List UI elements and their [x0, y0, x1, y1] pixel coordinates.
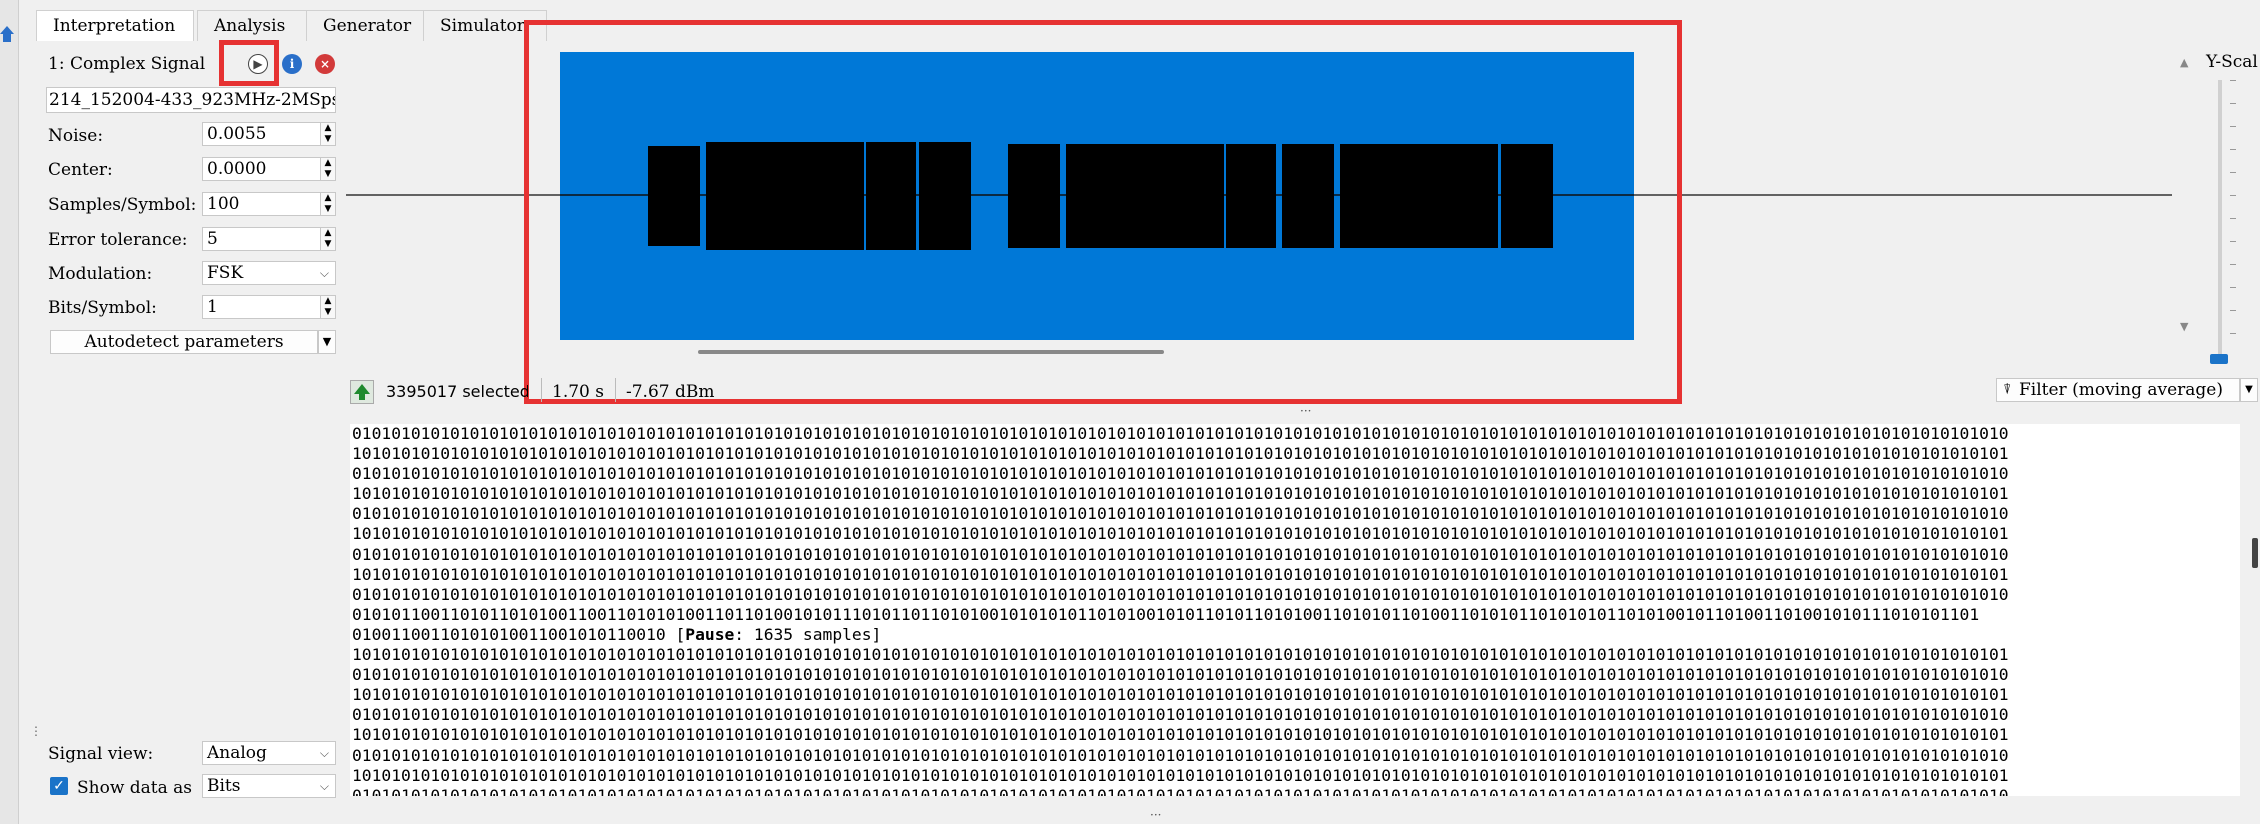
chevron-down-icon: ⌵: [319, 779, 329, 793]
pause-line: 01001100110101010011001010110010 [Pause:…: [352, 625, 2240, 645]
center-value: 0.0000: [207, 159, 267, 179]
info-icon[interactable]: i: [282, 54, 302, 74]
pause-label: Pause: [685, 624, 735, 644]
noise-label: Noise:: [48, 126, 104, 146]
sps-value: 100: [207, 194, 240, 214]
selection-power: -7.67 dBm: [626, 382, 715, 402]
autodetect-label: Autodetect parameters: [84, 332, 284, 352]
noise-spinbox[interactable]: 0.0055 ▲ ▼: [202, 122, 336, 146]
signal-view-select[interactable]: Analog ⌵: [202, 741, 336, 765]
err-value: 5: [207, 229, 218, 249]
bits-line: 0101010101010101010101010101010101010101…: [352, 705, 2009, 725]
modulation-label: Modulation:: [48, 264, 153, 284]
bits-line: 1010101010101010101010101010101010101010…: [352, 645, 2009, 665]
center-label: Center:: [48, 160, 113, 180]
bits-line: 0101010101010101010101010101010101010101…: [352, 464, 2009, 484]
bits-line: 0101010101010101010101010101010101010101…: [352, 424, 2009, 443]
selected-samples: 3395017 selected: [386, 382, 528, 401]
selection-duration: 1.70 s: [552, 382, 604, 402]
error-tolerance-spinbox[interactable]: 5 ▲ ▼: [202, 227, 336, 251]
bits-line: 0101010101010101010101010101010101010101…: [352, 544, 2009, 564]
center-spinbox[interactable]: 0.0000 ▲ ▼: [202, 157, 336, 181]
tab-generator[interactable]: Generator: [306, 10, 436, 41]
spin-arrows-icon[interactable]: ▲ ▼: [320, 228, 335, 250]
bits-line: 1010101010101010101010101010101010101010…: [352, 524, 2009, 544]
bits-line: 0101010101010101010101010101010101010101…: [352, 584, 2009, 604]
scroll-down-icon[interactable]: ▼: [2180, 320, 2188, 333]
yscale-label: Y-Scal: [2206, 52, 2258, 72]
bits-line: 1010101010101010101010101010101010101010…: [352, 765, 2009, 785]
show-data-select[interactable]: Bits ⌵: [202, 774, 336, 798]
samples-per-symbol-label: Samples/Symbol:: [48, 195, 197, 215]
autodetect-menu-button[interactable]: ▼: [318, 330, 336, 354]
signal-title: 1: Complex Signal: [48, 54, 206, 74]
splitter-dots[interactable]: ···: [1300, 404, 1311, 418]
tab-interpretation[interactable]: Interpretation: [36, 10, 194, 41]
signal-highlight-box: [524, 20, 1682, 404]
bps-value: 1: [207, 297, 218, 317]
autodetect-button[interactable]: Autodetect parameters: [50, 330, 318, 354]
tab-analysis[interactable]: Analysis: [197, 10, 321, 41]
bits-line: 1010101010101010101010101010101010101010…: [352, 564, 2009, 584]
bits-line: 0101010101010101010101010101010101010101…: [352, 504, 2009, 524]
demodulated-bits-view[interactable]: 0101010101010101010101010101010101010101…: [350, 424, 2240, 796]
play-button-highlight: [219, 40, 279, 86]
left-edge-strip: [0, 0, 19, 824]
show-data-value: Bits: [207, 776, 241, 796]
filter-button[interactable]: ⍒ Filter (moving average): [1996, 378, 2240, 402]
signal-view-label: Signal view:: [48, 744, 154, 764]
error-tolerance-label: Error tolerance:: [48, 230, 188, 250]
filter-icon: ⍒: [2003, 382, 2012, 398]
splitter-handle[interactable]: ⋮: [30, 724, 42, 738]
bits-line: 0101011001101011010100110011010101001101…: [352, 604, 1980, 624]
bits-line: 1010101010101010101010101010101010101010…: [352, 725, 2009, 745]
mod-value: FSK: [207, 263, 244, 283]
signal-view-value: Analog: [207, 743, 267, 763]
bits-line: 0101010101010101010101010101010101010101…: [352, 665, 2009, 685]
filename-field[interactable]: 214_152004-433_923MHz-2MSps-2MHz: [46, 87, 336, 113]
bits-line: 1010101010101010101010101010101010101010…: [352, 685, 2009, 705]
yscale-slider-handle[interactable]: [2210, 354, 2228, 364]
bits-per-symbol-label: Bits/Symbol:: [48, 298, 157, 318]
splitter-dots[interactable]: ···: [1150, 808, 1161, 822]
modulation-select[interactable]: FSK ⌵: [202, 261, 336, 285]
show-data-checkbox[interactable]: ✓: [50, 777, 68, 795]
chevron-down-icon: ⌵: [319, 266, 329, 280]
spin-arrows-icon[interactable]: ▲ ▼: [320, 296, 335, 318]
scroll-up-icon[interactable]: ▲: [2180, 56, 2188, 69]
bits-line: 0101010101010101010101010101010101010101…: [352, 785, 2009, 796]
bits-per-symbol-spinbox[interactable]: 1 ▲ ▼: [202, 295, 336, 319]
selection-icon[interactable]: [350, 380, 374, 404]
pause-suffix: : 1635 samples]: [734, 624, 882, 644]
vertical-scrollbar-thumb[interactable]: [2252, 538, 2258, 568]
spin-arrows-icon[interactable]: ▲ ▼: [320, 123, 335, 145]
yscale-ticks: [2230, 80, 2236, 356]
close-signal-icon[interactable]: ×: [315, 54, 335, 74]
filter-label: Filter (moving average): [2019, 380, 2223, 400]
home-icon[interactable]: [0, 24, 14, 44]
yscale-slider-track[interactable]: [2218, 80, 2222, 356]
bits-line: 1010101010101010101010101010101010101010…: [352, 444, 2009, 464]
spin-arrows-icon[interactable]: ▲ ▼: [320, 193, 335, 215]
chevron-down-icon: ⌵: [319, 746, 329, 760]
noise-value: 0.0055: [207, 124, 267, 144]
show-data-label: Show data as: [77, 778, 193, 798]
spin-arrows-icon[interactable]: ▲ ▼: [320, 158, 335, 180]
pause-prefix: 01001100110101010011001010110010 [: [352, 624, 686, 644]
bits-line: 1010101010101010101010101010101010101010…: [352, 484, 2009, 504]
bits-line: 0101010101010101010101010101010101010101…: [352, 745, 2009, 765]
filter-menu-button[interactable]: ▼: [2240, 378, 2258, 402]
status-divider: [615, 378, 616, 402]
status-divider: [541, 378, 542, 402]
samples-per-symbol-spinbox[interactable]: 100 ▲ ▼: [202, 192, 336, 216]
